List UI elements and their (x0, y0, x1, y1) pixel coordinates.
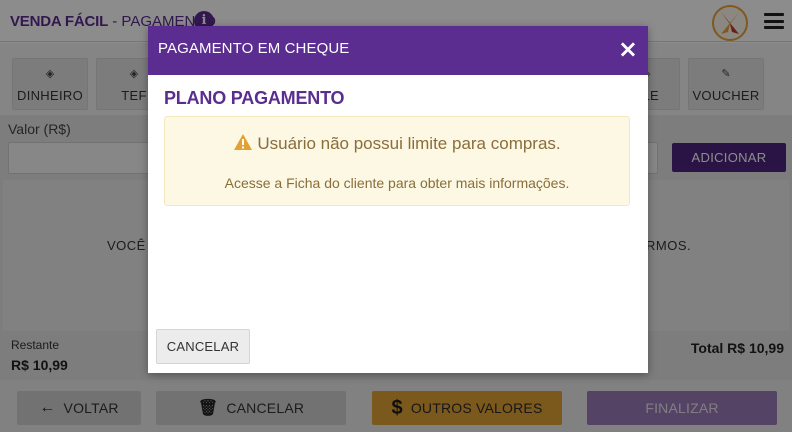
alert-title-row: Usuário não possui limite para compras. (165, 133, 629, 156)
modal-footer: CANCELAR (148, 322, 648, 373)
close-icon[interactable]: × (618, 37, 638, 61)
plano-pagamento-heading: PLANO PAGAMENTO (164, 88, 345, 108)
warning-alert: Usuário não possui limite para compras. … (164, 116, 630, 206)
alert-title: Usuário não possui limite para compras. (257, 134, 561, 153)
modal-header: PAGAMENTO EM CHEQUE × (148, 26, 648, 75)
alert-detail: Acesse a Ficha do cliente para obter mai… (224, 175, 570, 191)
modal-cancel-button[interactable]: CANCELAR (156, 329, 250, 364)
cheque-payment-modal: PAGAMENTO EM CHEQUE × PLANO PAGAMENTO Us… (148, 26, 648, 373)
modal-title: PAGAMENTO EM CHEQUE (158, 40, 350, 57)
warning-icon (233, 133, 253, 156)
